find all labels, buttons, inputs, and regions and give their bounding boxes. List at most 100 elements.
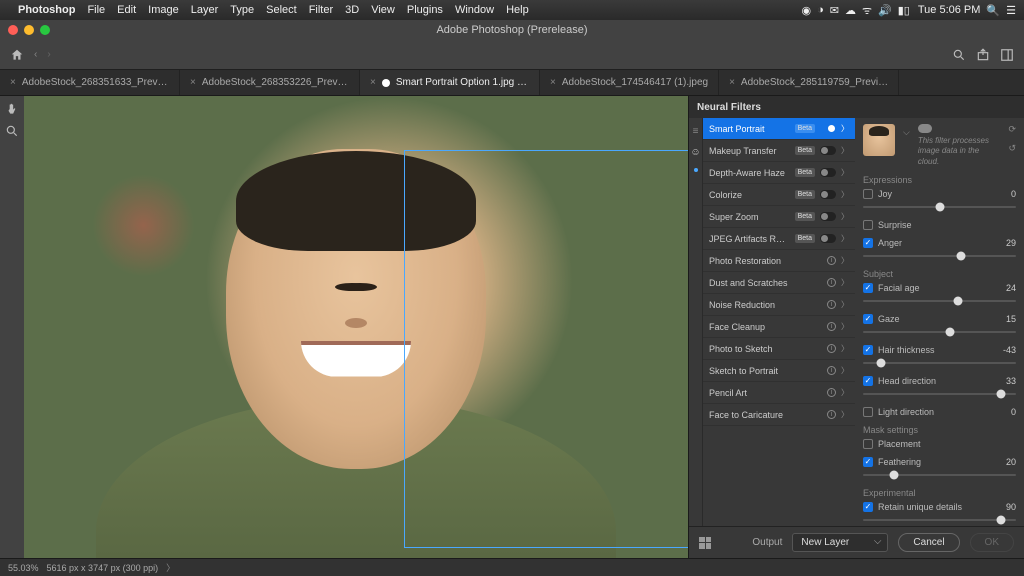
menu-window[interactable]: Window [455,4,494,16]
record-icon[interactable]: ◉ [802,4,812,17]
filter-toggle[interactable] [820,190,836,199]
menu-type[interactable]: Type [230,4,254,16]
slider-track[interactable] [863,251,1016,261]
filter-item[interactable]: Super ZoomBeta〉 [703,206,855,228]
status-menu-icon[interactable]: 〉 [166,561,175,574]
info-icon[interactable]: i [827,300,836,309]
control-center-icon[interactable]: ☰ [1006,4,1016,17]
menu-filter[interactable]: Filter [309,4,333,16]
face-thumbnail[interactable] [863,124,895,156]
document-tab[interactable]: ×AdobeStock_268353226_Preview.jpeg [180,70,360,95]
document-tab[interactable]: ×AdobeStock_285119759_Preview.jpe… [719,70,899,95]
close-window-button[interactable] [8,25,18,35]
slider-checkbox[interactable] [863,439,873,449]
info-icon[interactable]: i [827,366,836,375]
close-tab-icon[interactable]: × [370,77,376,88]
zoom-window-button[interactable] [40,25,50,35]
close-tab-icon[interactable]: × [729,77,735,88]
slider-checkbox[interactable] [863,238,873,248]
slider-knob[interactable] [877,359,886,368]
menu-plugins[interactable]: Plugins [407,4,443,16]
search-docs-icon[interactable] [952,48,966,62]
filter-item[interactable]: Sketch to Portraiti〉 [703,360,855,382]
slider-checkbox[interactable] [863,502,873,512]
slider-knob[interactable] [956,252,965,261]
preview-toggle-icon[interactable] [699,537,711,549]
info-icon[interactable]: i [827,344,836,353]
document-tab[interactable]: ×AdobeStock_268351633_Preview.jpeg [0,70,180,95]
slider-checkbox[interactable] [863,345,873,355]
slider-track[interactable] [863,515,1016,525]
slider-knob[interactable] [889,471,898,480]
slider-track[interactable] [863,296,1016,306]
filter-item[interactable]: Face to Caricaturei〉 [703,404,855,426]
slider-track[interactable] [863,358,1016,368]
slider-checkbox[interactable] [863,407,873,417]
slider-checkbox[interactable] [863,457,873,467]
menu-3d[interactable]: 3D [345,4,359,16]
filter-item[interactable]: Pencil Arti〉 [703,382,855,404]
menu-file[interactable]: File [87,4,105,16]
info-icon[interactable]: i [827,256,836,265]
menu-layer[interactable]: Layer [191,4,219,16]
cancel-button[interactable]: Cancel [898,533,959,552]
battery-icon[interactable]: ▮▯ [898,4,910,17]
document-tab[interactable]: ×AdobeStock_174546417 (1).jpeg [540,70,719,95]
clock[interactable]: Tue 5:06 PM [918,4,981,16]
zoom-level[interactable]: 55.03% [8,563,39,573]
slider-checkbox[interactable] [863,314,873,324]
info-icon[interactable]: i [827,322,836,331]
filter-item[interactable]: Makeup TransferBeta〉 [703,140,855,162]
back-button[interactable]: ‹ [34,49,37,60]
app-name[interactable]: Photoshop [18,4,75,16]
info-icon[interactable]: i [827,278,836,287]
slider-track[interactable] [863,470,1016,480]
menu-view[interactable]: View [371,4,395,16]
face-dropdown-icon[interactable]: ⌵ [903,127,910,138]
filter-item[interactable]: Dust and Scratchesi〉 [703,272,855,294]
filter-item[interactable]: ColorizeBeta〉 [703,184,855,206]
slider-checkbox[interactable] [863,376,873,386]
slider-knob[interactable] [946,328,955,337]
slider-knob[interactable] [996,390,1005,399]
slider-checkbox[interactable] [863,220,873,230]
info-icon[interactable]: i [827,388,836,397]
wifi-icon[interactable]: ᯤ [862,3,872,18]
filter-cat-all-icon[interactable]: ≡ [693,126,699,137]
slider-track[interactable] [863,389,1016,399]
output-select[interactable]: New Layer [792,533,888,552]
close-tab-icon[interactable]: × [10,77,16,88]
close-tab-icon[interactable]: × [550,77,556,88]
slider-checkbox[interactable] [863,189,873,199]
filter-item[interactable]: Photo Restorationi〉 [703,250,855,272]
info-icon[interactable]: i [827,410,836,419]
forward-button[interactable]: › [47,49,50,60]
zoom-tool-icon[interactable] [5,124,19,138]
filter-item[interactable]: JPEG Artifacts Re…Beta〉 [703,228,855,250]
slider-knob[interactable] [935,203,944,212]
menu-image[interactable]: Image [148,4,179,16]
filter-toggle[interactable] [820,168,836,177]
reset-icon[interactable]: ↺ [1002,143,1016,154]
menu-help[interactable]: Help [506,4,529,16]
share-icon[interactable] [976,48,990,62]
document-tab[interactable]: ×Smart Portrait Option 1.jpg @ 55% (Laye… [360,70,540,95]
filter-item[interactable]: Face Cleanupi〉 [703,316,855,338]
filter-toggle[interactable] [820,234,836,243]
filter-item[interactable]: Depth-Aware HazeBeta〉 [703,162,855,184]
menu-select[interactable]: Select [266,4,297,16]
filter-item[interactable]: Smart PortraitBeta〉 [703,118,855,140]
search-icon[interactable]: 🔍 [986,4,1000,17]
filter-toggle[interactable] [820,124,836,133]
cc-icon[interactable]: ◑ [817,4,824,16]
filter-toggle[interactable] [820,146,836,155]
filter-toggle[interactable] [820,212,836,221]
slider-track[interactable] [863,327,1016,337]
canvas[interactable] [24,96,688,558]
close-tab-icon[interactable]: × [190,77,196,88]
menu-edit[interactable]: Edit [117,4,136,16]
volume-icon[interactable]: 🔊 [878,4,892,17]
slider-track[interactable] [863,202,1016,212]
hand-tool-icon[interactable] [5,102,19,116]
chat-icon[interactable]: ✉ [830,4,839,17]
